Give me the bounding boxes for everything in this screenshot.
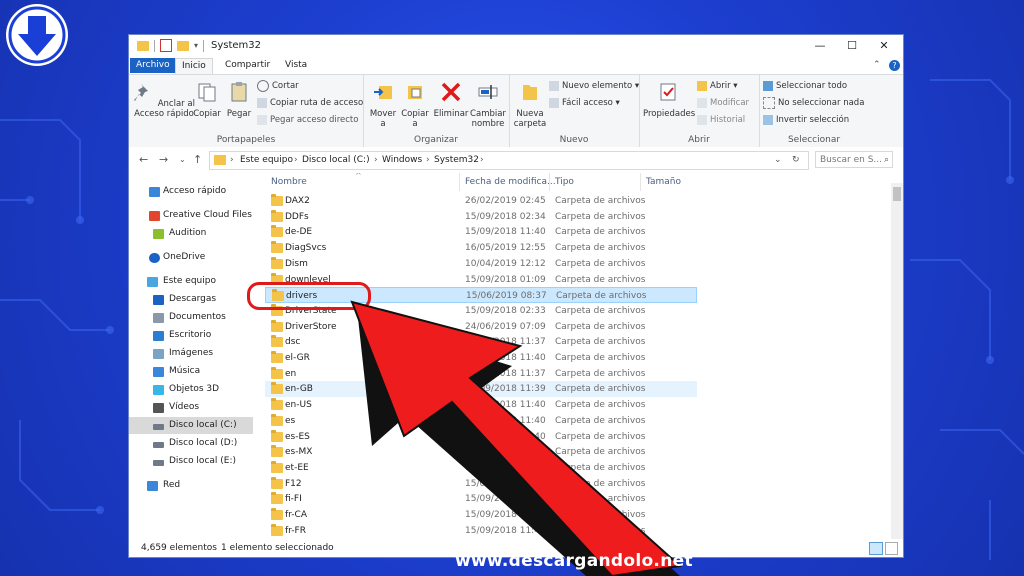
watermark: www.descargandolo.net <box>455 551 693 571</box>
red-arrow-overlay <box>350 300 683 576</box>
red-arrow <box>350 300 683 576</box>
